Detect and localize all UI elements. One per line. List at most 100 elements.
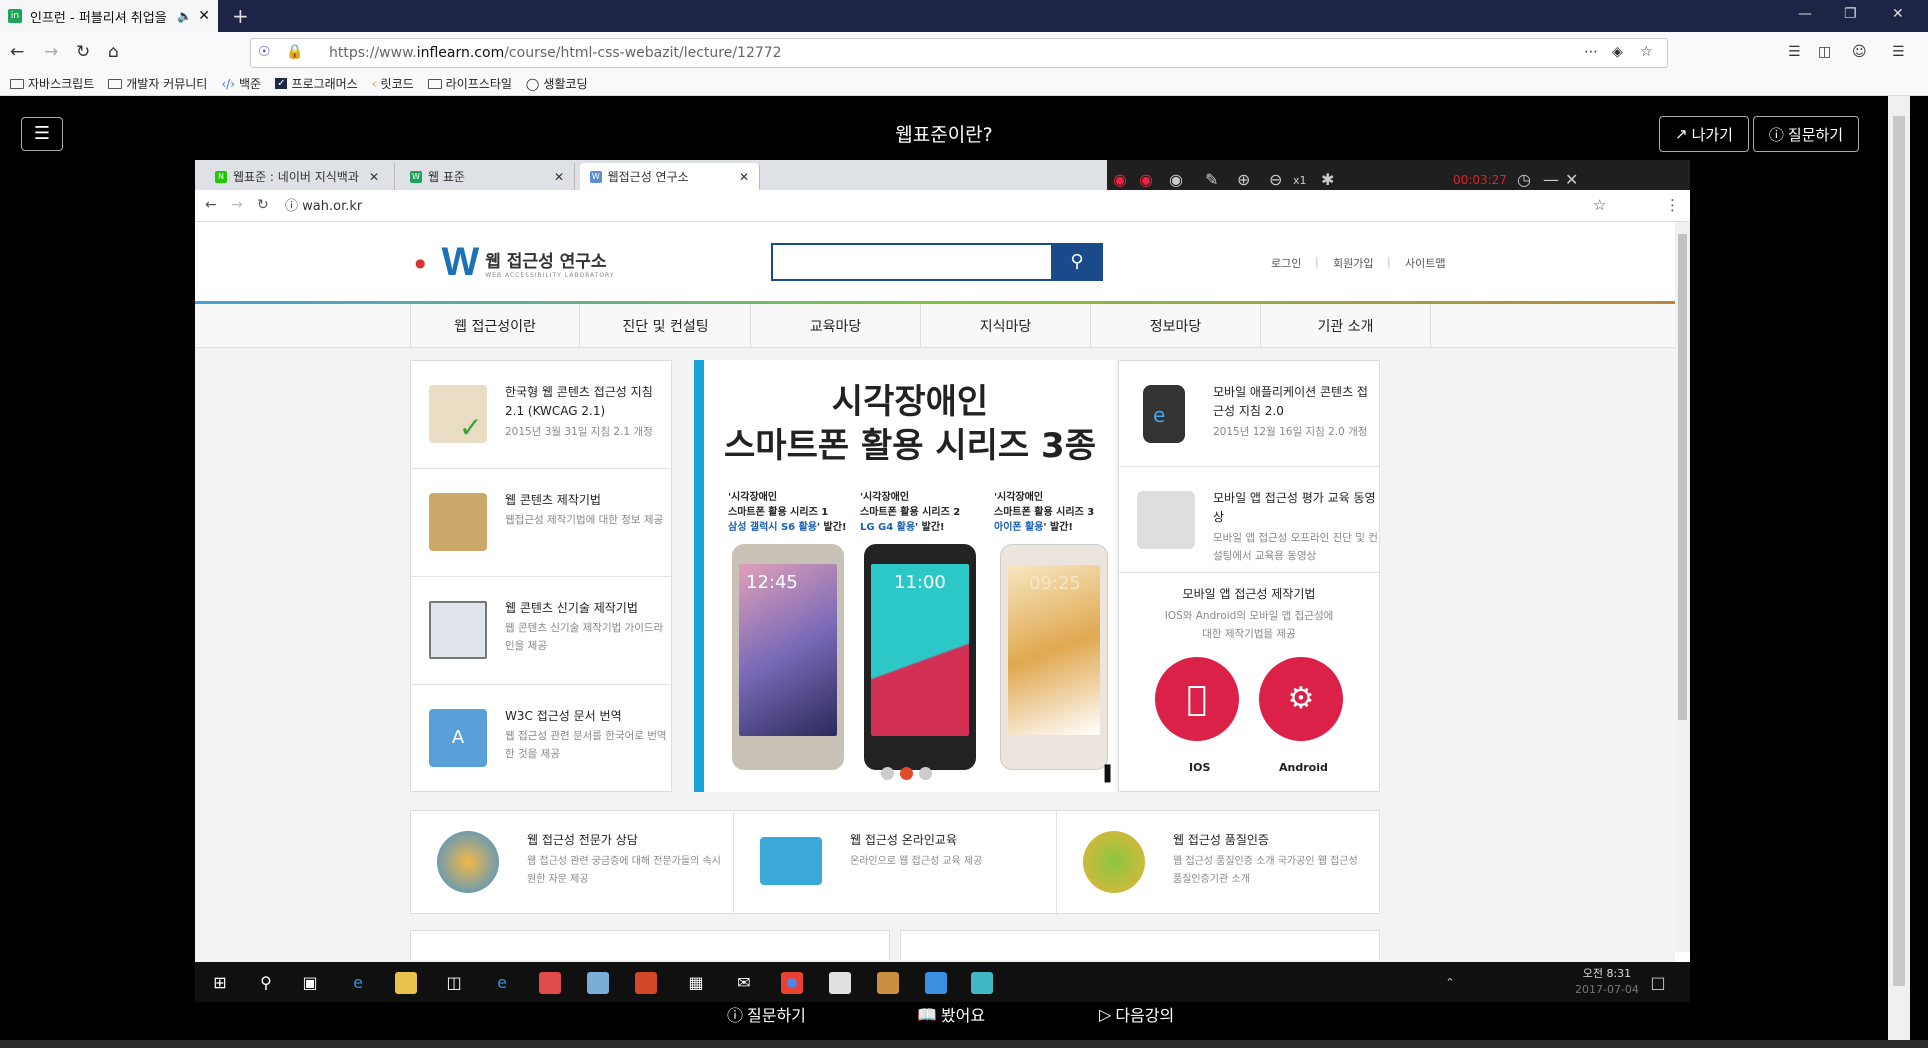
video-more-icon: ⋮ — [1665, 196, 1680, 214]
item-title: 한국형 웹 콘텐츠 접근성 지침 2.1 (KWCAG 2.1) — [505, 385, 653, 418]
android-icon: ⚙ — [1259, 657, 1343, 741]
pocket-icon[interactable]: ◈ — [1612, 44, 1623, 60]
recorder-app-icon — [925, 972, 947, 994]
record-timer: 00:03:27 — [1453, 173, 1507, 187]
sidebar-icon[interactable]: ◫ — [1818, 44, 1831, 60]
programmers-icon: ✓ — [275, 78, 288, 89]
list-item: A W3C 접근성 문서 번역 웹 접근성 관련 문서를 한국어로 번역한 것을… — [411, 685, 671, 793]
mail-icon: ✉ — [737, 973, 751, 992]
forward-icon[interactable]: → — [44, 42, 58, 62]
banner-heading-line2: 스마트폰 활용 시리즈 3종 — [724, 426, 1096, 466]
caption-line: 스마트폰 활용 시리즈 1 — [728, 507, 829, 518]
back-icon[interactable]: ← — [10, 42, 24, 62]
more-icon[interactable]: ⋯ — [1584, 44, 1598, 60]
gnb-item: 웹 접근성이란 — [410, 304, 580, 348]
folder-icon — [108, 78, 123, 89]
list-item: 웹 콘텐츠 제작기법 웹접근성 제작기법에 대한 정보 제공 — [411, 469, 671, 577]
video-tab-close-icon: ✕ — [738, 169, 749, 184]
util-divider: | — [1387, 255, 1391, 268]
caption-tail: ' 발간! — [915, 522, 945, 533]
restore-icon[interactable]: ❐ — [1844, 6, 1857, 22]
bookmark-opentutorials[interactable]: ◯ 생활코딩 — [526, 75, 588, 92]
footer-question-button[interactable]: ⓘ 질문하기 — [727, 1002, 806, 1026]
caption-line: 스마트폰 활용 시리즈 3 — [994, 507, 1095, 518]
bookmark-baekjoon[interactable]: ‹/› 백준 — [221, 75, 261, 92]
laptop-icon — [429, 601, 487, 659]
folder-icon — [427, 78, 442, 89]
url-bar[interactable]: https://www. inflearn.com/course/html-css… — [250, 38, 1668, 68]
item-desc: 웹 접근성 관련 문서를 한국어로 번역한 것을 제공 — [505, 730, 667, 760]
caption-highlight: LG G4 활용 — [860, 522, 916, 533]
minimize-icon[interactable]: — — [1798, 6, 1812, 22]
browser-tab-inflearn[interactable]: in 인프런 - 퍼블리셔 취업을 🔈 ✕ — [0, 0, 218, 32]
pager-dot-active — [899, 766, 913, 780]
close-tab-icon[interactable]: ✕ — [198, 8, 210, 24]
app-icon — [829, 972, 851, 994]
util-divider: | — [1315, 255, 1319, 268]
lg-phone-image: 11:00 — [864, 544, 976, 770]
gnb-item: 교육마당 — [751, 304, 921, 348]
gnb-item: 지식마당 — [921, 304, 1091, 348]
left-menu-panel: ✓ 한국형 웹 콘텐츠 접근성 지침 2.1 (KWCAG 2.1) 2015년… — [410, 360, 672, 792]
account-icon[interactable]: ☺ — [1852, 44, 1867, 60]
home-icon[interactable]: ⌂ — [108, 42, 119, 62]
windows-taskbar: ⊞ ⚲ ▣ e ◫ e ▦ ✉ ⌃ ▭ ≈ 🔈 오전 8:31 2017-07-… — [195, 962, 1690, 1002]
rec-minimize-icon: — — [1543, 170, 1559, 189]
bookmark-dev-community[interactable]: 개발자 커뮤니티 — [108, 75, 207, 92]
caption-line: '시각장애인 — [728, 492, 778, 503]
reload-icon[interactable]: ↻ — [76, 42, 90, 62]
lecture-video[interactable]: N 웹표준 : 네이버 지식백과 ✕ W 웹 표준 ✕ W 웹접근성 연구소 ✕… — [195, 160, 1690, 1002]
service-item: 웹 접근성 온라인교육 온라인으로 웹 접근성 교육 제공 — [734, 811, 1057, 915]
pager-dot — [880, 766, 894, 780]
easel-icon — [429, 493, 487, 551]
bookmark-javascript[interactable]: 자바스크립트 — [10, 75, 94, 92]
right-menu-panel: e 모바일 애플리케이션 콘텐츠 접근성 지침 2.0 2015년 12월 16… — [1118, 360, 1380, 792]
translate-icon: A — [429, 709, 487, 767]
scrollbar-thumb[interactable] — [1893, 116, 1905, 986]
page-scrollbar[interactable] — [1888, 96, 1910, 1040]
shield-icon[interactable]: ☉ — [258, 44, 271, 60]
library-icon[interactable]: ☰ — [1788, 44, 1801, 60]
video-scrollbar — [1675, 222, 1690, 952]
horizontal-scrollbar[interactable] — [0, 1040, 1928, 1048]
video-reload-icon: ↻ — [257, 197, 269, 213]
bookmark-label: 프로그래머스 — [291, 77, 358, 91]
footer-next-button[interactable]: ▷ 다음강의 — [1099, 1002, 1174, 1026]
next-lecture-icon: ▷ — [1099, 1004, 1112, 1024]
question-circle-icon: ⓘ — [727, 1006, 744, 1025]
footer-seen-button[interactable]: 📖 봤어요 — [917, 1002, 985, 1026]
news-panel — [900, 930, 1380, 960]
folder-icon — [10, 78, 24, 89]
service-desc: 웹 접근성 품질인증 소개 국가공인 웹 접근성 품질인증기관 소개 — [1173, 856, 1358, 885]
certificate-trophy-icon — [1083, 831, 1145, 893]
main-banner: 시각장애인 스마트폰 활용 시리즈 3종 '시각장애인 스마트폰 활용 시리즈 … — [694, 360, 1130, 792]
leetcode-icon: ‹ — [371, 76, 377, 91]
bookmark-programmers[interactable]: ✓ 프로그래머스 — [275, 75, 358, 92]
mobile-app-box: 모바일 앱 접근성 제작기법 IOS와 Android의 모바일 앱 접근성에 … — [1119, 573, 1379, 793]
bookmark-leetcode[interactable]: ‹ 릿코드 — [372, 75, 414, 92]
notice-panel — [410, 930, 890, 960]
consult-icon — [437, 831, 499, 893]
lock-icon[interactable]: 🔒 — [286, 44, 303, 60]
bookmark-label: 생활코딩 — [543, 77, 588, 91]
exit-button[interactable]: ↗ 나가기 — [1659, 116, 1749, 152]
item-title: 모바일 애플리케이션 콘텐츠 접근성 지침 2.0 — [1213, 385, 1368, 418]
task-view-icon: ▣ — [302, 973, 318, 992]
service-title: 웹 접근성 온라인교육 — [850, 833, 957, 847]
item-desc: 웹접근성 제작기법에 대한 정보 제공 — [505, 514, 664, 526]
hamburger-menu-icon[interactable]: ☰ — [1892, 44, 1905, 60]
site-search-input — [771, 243, 1053, 281]
new-tab-button[interactable]: + — [232, 4, 249, 28]
speaker-icon[interactable]: 🔈 — [177, 9, 192, 23]
bookmark-star-icon[interactable]: ☆ — [1640, 44, 1653, 60]
window-close-icon[interactable]: ✕ — [1892, 6, 1904, 22]
bookmark-lifestyle[interactable]: 라이프스타일 — [427, 75, 512, 92]
taskbar-search-icon: ⚲ — [260, 973, 272, 992]
list-item: 모바일 앱 접근성 평가 교육 동영상 모바일 앱 접근성 오프라인 진단 및 … — [1119, 467, 1379, 573]
banner-caption: '시각장애인 스마트폰 활용 시리즈 1 삼성 갤럭시 S6 활용' 발간! — [728, 490, 847, 535]
zoom-level: x1 — [1293, 174, 1307, 187]
mobile-box-title: 모바일 앱 접근성 제작기법 — [1182, 587, 1316, 601]
logo-name: 웹 접근성 연구소 — [485, 251, 607, 272]
gnb-item: 정보마당 — [1091, 304, 1261, 348]
question-button[interactable]: ⓘ 질문하기 — [1753, 116, 1859, 152]
